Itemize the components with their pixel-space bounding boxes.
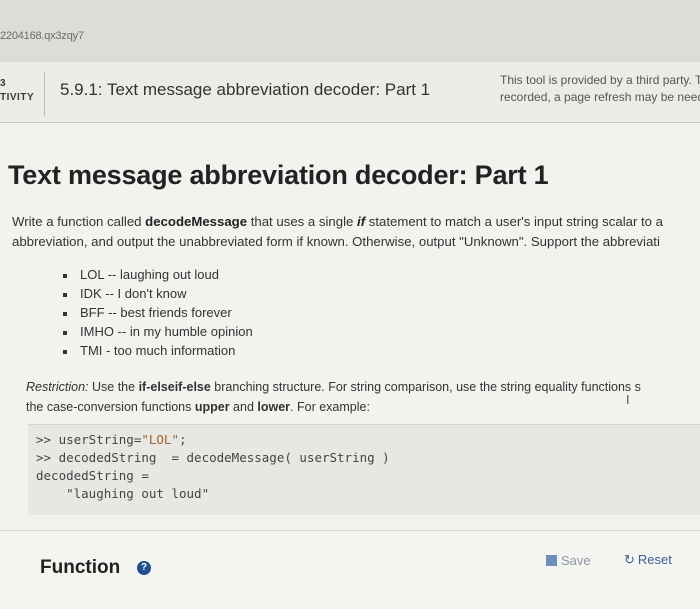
branching-structure-ref: if-elseif-else (138, 380, 211, 394)
upper-ref: upper (194, 400, 230, 414)
third-party-line-1: This tool is provided by a third party. … (500, 73, 700, 87)
list-item: LOL -- laughing out loud (60, 267, 253, 286)
activity-title: 5.9.1: Text message abbreviation decoder… (60, 80, 431, 99)
page-title: Text message abbreviation decoder: Part … (8, 160, 549, 190)
restriction-label: Restriction: (26, 380, 89, 394)
restriction-line-1: Restriction: Use the if-elseif-else bran… (26, 380, 641, 394)
restriction-note: Restriction: Use the if-elseif-else bran… (26, 377, 700, 417)
save-label: Save (561, 553, 591, 568)
reset-label: Reset (637, 552, 672, 567)
save-icon (546, 555, 557, 566)
activity-label: TIVITY (0, 92, 35, 103)
lower-ref: lower (257, 400, 291, 414)
description-line-1: Write a function called decodeMessage th… (12, 214, 664, 229)
code-line-2: >> decodedString = decodeMessage( userSt… (36, 450, 390, 465)
header-divider (44, 72, 45, 116)
description-line-2: abbreviation, and output the unabbreviat… (12, 234, 660, 249)
url-fragment: 2204168.qx3zqy7 (0, 30, 84, 42)
list-item: IDK -- I don't know (60, 286, 253, 305)
list-item: IMHO -- in my humble opinion (60, 324, 253, 343)
help-icon[interactable]: ? (137, 561, 151, 575)
list-item: TMI - too much information (60, 343, 253, 362)
problem-description: Write a function called decodeMessage th… (12, 212, 700, 252)
third-party-line-2: recorded, a page refresh may be need (500, 90, 700, 104)
third-party-notice: This tool is provided by a third party. … (500, 72, 700, 106)
reset-button[interactable]: ↻ Reset (624, 552, 672, 568)
abbreviation-list: LOL -- laughing out loud IDK -- I don't … (60, 267, 253, 362)
save-button[interactable]: Save (546, 553, 591, 568)
restriction-line-2: the case-conversion functions upper and … (26, 400, 370, 414)
text-cursor-icon: I (626, 392, 630, 407)
activity-number: 3 (0, 78, 6, 89)
browser-top-strip: 2204168.qx3zqy7 (0, 0, 700, 62)
code-line-1: >> userString="LOL"; (36, 432, 187, 447)
function-name-ref: decodeMessage (145, 214, 248, 229)
code-line-4: "laughing out loud" (36, 486, 210, 501)
list-item: BFF -- best friends forever (60, 305, 253, 324)
code-line-3: decodedString = (36, 468, 149, 483)
function-heading: Function (40, 557, 121, 578)
if-keyword: if (357, 214, 366, 229)
reset-icon: ↻ (624, 552, 635, 567)
